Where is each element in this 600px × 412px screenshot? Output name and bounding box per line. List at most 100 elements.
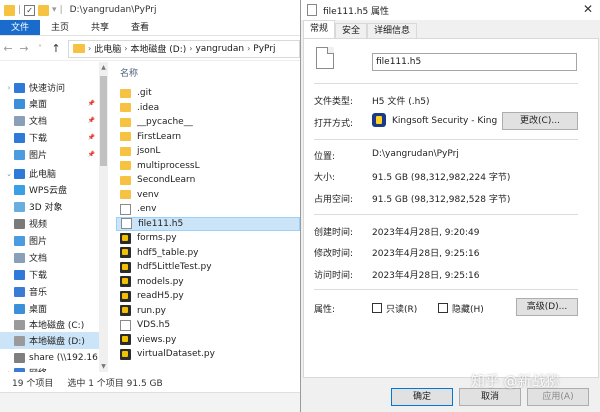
hidden-checkbox[interactable] — [438, 303, 448, 313]
breadcrumb-drive-d[interactable]: 本地磁盘 (D:) — [130, 42, 186, 55]
sidebar-item[interactable]: 本地磁盘 (D:) — [0, 332, 99, 349]
file-list-item[interactable]: __pycache__ — [116, 115, 300, 129]
navigation-scrollbar[interactable]: ▲ ▼ — [99, 62, 108, 372]
sidebar-item[interactable]: 下载 📌 — [0, 129, 99, 146]
file-list-item[interactable]: views.py — [116, 333, 300, 347]
scroll-up-arrow-icon[interactable]: ▲ — [99, 64, 108, 71]
file-list-item[interactable]: forms.py — [116, 231, 300, 245]
breadcrumb-chevron-icon[interactable]: › — [247, 44, 250, 53]
divider — [314, 139, 578, 140]
breadcrumb-chevron-icon[interactable]: › — [189, 44, 192, 53]
file-list-item[interactable]: VDS.h5 — [116, 318, 300, 332]
advanced-button[interactable]: 高级(D)... — [516, 298, 578, 316]
sidebar-item-label: 3D 对象 — [29, 203, 63, 213]
recent-locations-chevron-icon[interactable]: ˅ — [32, 44, 48, 53]
file-list-item[interactable]: FirstLearn — [116, 130, 300, 144]
sidebar-item-label: 桌面 — [29, 305, 48, 315]
breadcrumb-chevron-icon[interactable]: › — [124, 44, 127, 53]
expand-chevron-icon[interactable]: ⌄ — [4, 170, 14, 178]
sidebar-item[interactable]: WPS云盘 — [0, 181, 99, 198]
readonly-checkbox[interactable] — [372, 303, 382, 313]
sidebar-item[interactable]: 图片 — [0, 232, 99, 249]
file-name: jsonL — [137, 146, 161, 156]
file-list-item[interactable]: models.py — [116, 275, 300, 289]
pin-icon: 📌 — [87, 151, 95, 158]
pictures-icon — [14, 149, 25, 160]
file-list-item[interactable]: .git — [116, 86, 300, 100]
column-header-name[interactable]: 名称 — [120, 66, 138, 79]
tab-details[interactable]: 详细信息 — [367, 23, 418, 38]
sidebar-item[interactable]: ⌄ 此电脑 — [0, 165, 99, 182]
properties-check-icon[interactable]: ✓ — [24, 4, 36, 16]
sidebar-item[interactable]: 下载 — [0, 266, 99, 283]
sidebar-item[interactable]: 桌面 📌 — [0, 95, 99, 112]
sidebar-item[interactable]: 文档 📌 — [0, 112, 99, 129]
sidebar-item[interactable]: 本地磁盘 (C:) — [0, 316, 99, 333]
readonly-label[interactable]: 只读(R) — [386, 302, 417, 315]
file-list-item[interactable]: .idea — [116, 101, 300, 115]
breadcrumb-pyprj[interactable]: PyPrj — [253, 44, 275, 54]
folder-icon — [120, 103, 131, 112]
close-icon[interactable]: ✕ — [583, 2, 593, 16]
filename-field[interactable]: file111.h5 — [372, 53, 577, 71]
pc-icon — [14, 168, 25, 179]
file-name: hdf5LittleTest.py — [137, 262, 212, 272]
horizontal-scrollbar[interactable] — [0, 392, 300, 412]
file-list-item[interactable]: SecondLearn — [116, 173, 300, 187]
breadcrumb-this-pc[interactable]: 此电脑 — [94, 42, 121, 55]
documents-icon — [14, 115, 25, 126]
sidebar-item-label: 视频 — [29, 220, 48, 230]
sidebar-item-label: 音乐 — [29, 288, 48, 298]
file-list-item[interactable]: run.py — [116, 304, 300, 318]
sidebar-item[interactable]: 图片 📌 — [0, 146, 99, 163]
navigation-pane: › 快速访问 桌面 📌 文档 📌 下载 📌 图片 📌 ⌄ 此电脑 WPS云盘 3D 对象 视频 图片 文档 下载音… — [0, 62, 99, 372]
sidebar-item[interactable]: 音乐 — [0, 283, 99, 300]
hidden-label[interactable]: 隐藏(H) — [452, 302, 484, 315]
sidebar-item[interactable]: ›网络 — [0, 364, 99, 372]
ribbon-tab-share[interactable]: 共享 — [80, 20, 120, 35]
back-arrow-icon[interactable]: ← — [0, 42, 16, 55]
breadcrumb-chevron-icon[interactable]: › — [88, 44, 91, 53]
sidebar-item[interactable]: 文档 — [0, 249, 99, 266]
file-type-value: H5 文件 (.h5) — [372, 97, 430, 107]
sidebar-item[interactable]: 视频 — [0, 215, 99, 232]
3d-objects-icon — [14, 201, 25, 212]
sidebar-item[interactable]: 桌面 — [0, 300, 99, 317]
scroll-down-arrow-icon[interactable]: ▼ — [99, 363, 108, 370]
tab-security[interactable]: 安全 — [335, 23, 368, 38]
expand-chevron-icon[interactable]: › — [4, 84, 14, 92]
file-list-item[interactable]: hdf5_table.py — [116, 246, 300, 260]
change-button[interactable]: 更改(C)... — [502, 112, 578, 130]
python-file-icon — [120, 290, 131, 302]
up-arrow-icon[interactable]: ↑ — [48, 42, 64, 55]
dialog-tabs: 常规 安全 详细信息 — [301, 20, 600, 38]
file-list-item[interactable]: venv — [116, 188, 300, 202]
ribbon-tab-file[interactable]: 文件 — [0, 20, 41, 35]
file-list-item[interactable]: multiprocessL — [116, 159, 300, 173]
quick-access-dropdown-icon[interactable]: ▾ — [52, 5, 57, 15]
new-folder-icon[interactable] — [38, 4, 50, 16]
breadcrumb[interactable]: › 此电脑 › 本地磁盘 (D:) › yangrudan › PyPrj — [68, 39, 300, 58]
ok-button[interactable]: 确定 — [391, 388, 453, 406]
file-list-item[interactable]: readH5.py — [116, 289, 300, 303]
folder-icon — [120, 146, 131, 156]
ribbon-tab-view[interactable]: 查看 — [120, 20, 160, 35]
sidebar-item[interactable]: 3D 对象 — [0, 198, 99, 215]
file-list: 名称 .git .idea __pycache__ FirstLearn jsonL mu… — [108, 62, 300, 372]
sidebar-item[interactable]: › 快速访问 — [0, 79, 99, 96]
created-value: 2023年4月28日, 9:20:49 — [372, 228, 480, 238]
pictures-icon — [14, 235, 25, 246]
python-file-icon — [120, 232, 131, 244]
file-list-item[interactable]: file111.h5 — [116, 216, 300, 231]
ribbon-tab-home[interactable]: 主页 — [40, 20, 80, 35]
forward-arrow-icon[interactable]: → — [16, 42, 32, 55]
tab-general[interactable]: 常规 — [303, 20, 336, 38]
file-list-item[interactable]: virtualDataset.py — [116, 347, 300, 361]
scrollbar-thumb[interactable] — [100, 76, 107, 166]
breadcrumb-yangrudan[interactable]: yangrudan — [195, 44, 244, 54]
video-icon — [14, 218, 25, 229]
file-list-item[interactable]: hdf5LittleTest.py — [116, 260, 300, 274]
general-panel: file111.h5 文件类型: H5 文件 (.h5) 打开方式: Kings… — [303, 38, 599, 378]
file-list-item[interactable]: jsonL — [116, 144, 300, 158]
file-list-item[interactable]: .env — [116, 202, 300, 216]
